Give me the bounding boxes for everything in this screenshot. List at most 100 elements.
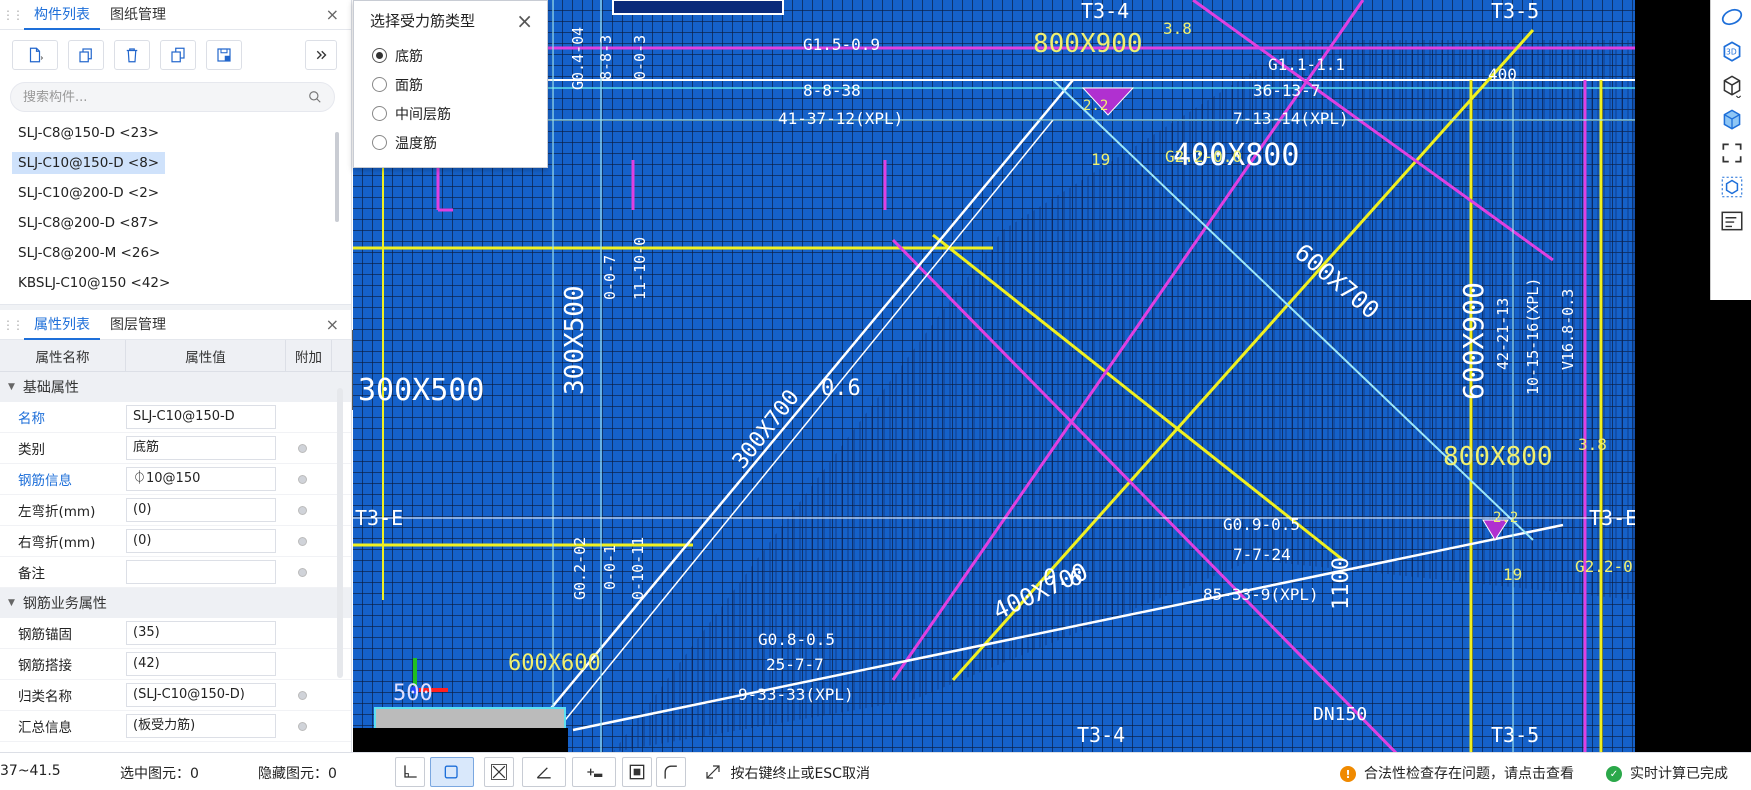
solid-view-button[interactable] <box>1711 102 1751 136</box>
radio-top-rebar[interactable]: 面筋 <box>354 70 547 99</box>
prop-value-field[interactable]: (0) <box>126 498 276 522</box>
prop-value-field[interactable]: 底筋 <box>126 436 276 460</box>
list-item[interactable]: KBSLJ-C10@150 <42> <box>0 268 351 298</box>
cube-view-button[interactable] <box>1711 68 1751 102</box>
radio-bottom-rebar[interactable]: 底筋 <box>354 41 547 70</box>
list-scrollbar[interactable] <box>335 132 339 222</box>
arc-button[interactable] <box>656 757 686 787</box>
collapse-triangle-icon: ▼ <box>8 598 15 608</box>
cad-label: 7-7-24 <box>1233 545 1291 564</box>
search-input[interactable] <box>23 89 308 105</box>
arc-icon <box>664 765 677 779</box>
prop-value-field[interactable]: (SLJ-C10@150-D) <box>126 683 276 707</box>
list-item[interactable]: SLJ-C8@200-D <87> <box>0 208 351 238</box>
table-row: 左弯折(mm) (0) <box>0 495 351 526</box>
list-item[interactable]: SLJ-C8@200-M <26> <box>0 238 351 268</box>
group-business-properties[interactable]: ▼ 钢筋业务属性 <box>0 588 351 618</box>
validation-warning[interactable]: ! 合法性检查存在问题，请点击查看 <box>1340 763 1574 783</box>
list-item[interactable]: SLJ-C8@150-D <23> <box>0 118 351 148</box>
ortho-button[interactable] <box>395 757 425 787</box>
cad-label: G1.5-0.9 <box>803 35 880 54</box>
fullscreen-icon <box>1721 143 1742 163</box>
cad-label: 0-0-3 <box>631 35 649 80</box>
prop-name: 备注 <box>18 566 45 582</box>
extra-checkbox[interactable] <box>298 690 307 700</box>
cad-label: DN150 <box>1313 704 1367 725</box>
dimension-button[interactable] <box>572 757 616 787</box>
fit-view-button[interactable] <box>1711 136 1751 170</box>
component-name: SLJ-C8@200-M <26> <box>18 245 161 261</box>
group-label: 基础属性 <box>22 380 79 396</box>
realtime-status: ✓ 实时计算已完成 <box>1606 763 1728 783</box>
cad-label: 10-15-16(XPL) <box>1524 278 1542 395</box>
tab-property-list[interactable]: 属性列表 <box>24 310 100 340</box>
list-item[interactable]: SLJ-C10@200-D <2> <box>0 178 351 208</box>
prop-value-field[interactable]: (板受力筋) <box>126 714 276 738</box>
group-basic-properties[interactable]: ▼ 基础属性 <box>0 372 351 402</box>
more-tools-button[interactable] <box>305 40 337 70</box>
extra-checkbox[interactable] <box>298 721 307 731</box>
duplicate-layer-button[interactable] <box>160 40 196 70</box>
snap-button[interactable] <box>430 757 474 787</box>
drag-grip-icon[interactable]: ⋮⋮ <box>0 8 24 22</box>
app: ⋮⋮ 构件列表 图纸管理 × 搜索构件... SLJ-C8@150-D <23>… <box>0 0 1751 790</box>
prop-value-field[interactable]: SLJ-C10@150-D <box>126 405 276 429</box>
prop-value-field[interactable]: (42) <box>126 652 276 676</box>
realtime-text: 实时计算已完成 <box>1630 766 1728 782</box>
search-icon[interactable] <box>308 90 322 104</box>
table-row: 钢筋搭接 (42) <box>0 649 351 680</box>
table-row: 钢筋信息 ⏀10@150 <box>0 464 351 495</box>
tab-layer-management[interactable]: 图层管理 <box>100 310 176 340</box>
angle-icon <box>536 767 551 779</box>
table-row: 类别 底筋 <box>0 433 351 464</box>
radio-middle-rebar[interactable]: 中间层筋 <box>354 99 547 128</box>
layer-list-button[interactable] <box>1711 204 1751 238</box>
extra-checkbox[interactable] <box>298 443 307 453</box>
list-item-selected[interactable]: SLJ-C10@150-D <8> <box>0 148 351 178</box>
delete-component-button[interactable] <box>114 40 150 70</box>
table-row: 备注 <box>0 557 351 588</box>
capture-button[interactable] <box>622 757 652 787</box>
close-icon[interactable]: × <box>516 9 533 33</box>
prop-value-field[interactable] <box>126 560 276 584</box>
cad-label: 0-0-7 <box>601 255 619 300</box>
drag-grip-icon[interactable]: ⋮⋮ <box>0 318 24 332</box>
component-name: SLJ-C10@200-D <2> <box>18 185 160 201</box>
ellipse-view-button[interactable] <box>1711 0 1751 34</box>
table-row: 归类名称 (SLJ-C10@150-D) <box>0 680 351 711</box>
property-scrollbar[interactable] <box>337 388 343 678</box>
prop-name: 钢筋信息 <box>18 473 72 489</box>
extra-checkbox[interactable] <box>298 536 307 546</box>
copy-component-button[interactable] <box>68 40 104 70</box>
save-template-button[interactable] <box>206 40 242 70</box>
3d-icon: 3D <box>1723 41 1740 62</box>
prop-name: 钢筋搭接 <box>18 658 72 674</box>
radio-temperature-rebar[interactable]: 温度筋 <box>354 128 547 157</box>
extra-checkbox[interactable] <box>298 567 307 577</box>
selected-count: 选中图元：0 <box>120 766 199 782</box>
cad-label: T3-E <box>355 506 403 530</box>
prop-value-field[interactable]: ⏀10@150 <box>126 467 276 491</box>
tab-drawing-management[interactable]: 图纸管理 <box>100 0 176 30</box>
ellipse-icon <box>1721 8 1742 26</box>
cross-button[interactable] <box>484 757 514 787</box>
3d-view-button[interactable]: 3D <box>1711 34 1751 68</box>
cad-label: 42-21-13 <box>1494 298 1512 370</box>
double-chevron-right-icon <box>316 50 327 60</box>
cad-label: 25-7-7 <box>766 655 824 674</box>
expand-arrow-icon <box>706 765 720 779</box>
view-toolbar: 3D <box>1710 0 1751 300</box>
new-component-button[interactable] <box>12 40 58 70</box>
close-icon[interactable]: × <box>326 5 339 24</box>
prop-value-field[interactable]: (35) <box>126 621 276 645</box>
extra-checkbox[interactable] <box>298 474 307 484</box>
extra-checkbox[interactable] <box>298 505 307 515</box>
angle-button[interactable] <box>522 757 566 787</box>
view-cube-button[interactable] <box>1711 170 1751 204</box>
prop-value-field[interactable]: (0) <box>126 529 276 553</box>
close-icon[interactable]: × <box>326 315 339 334</box>
save-icon <box>217 48 231 62</box>
cad-label: G2.2-0.0 <box>1575 557 1635 576</box>
component-name: SLJ-C8@150-D <23> <box>18 125 160 141</box>
tab-component-list[interactable]: 构件列表 <box>24 0 100 30</box>
